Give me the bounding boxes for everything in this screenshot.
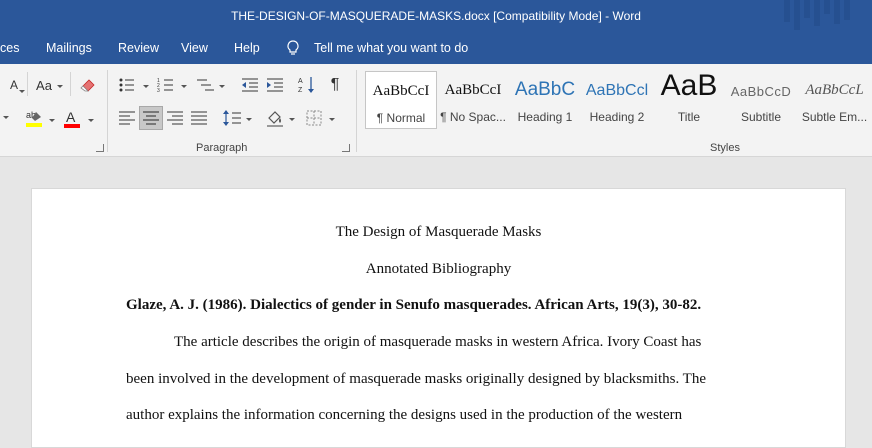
style-sample: AaBbCcl — [585, 82, 649, 99]
style-normal[interactable]: AaBbCcI ¶ Normal — [365, 71, 437, 129]
svg-text:A: A — [298, 78, 303, 85]
style-name: ¶ Normal — [376, 111, 426, 125]
grow-font-dropdown-icon — [19, 90, 25, 93]
highlight-color-icon[interactable]: ab — [24, 108, 46, 130]
bullets-dropdown-icon — [143, 85, 149, 88]
style-subtle-emphasis[interactable]: AaBbCcL Subtle Em... — [797, 71, 872, 129]
font-color-dropdown-icon — [88, 119, 94, 122]
style-sample: AaBbCcD — [730, 84, 792, 99]
tab-view[interactable]: View — [181, 41, 208, 55]
multilevel-dropdown-icon — [219, 85, 225, 88]
document-page[interactable]: The Design of Masquerade Masks Annotated… — [31, 188, 846, 448]
style-name: Heading 1 — [517, 110, 573, 124]
bullets-icon[interactable] — [118, 76, 136, 94]
document-title: The Design of Masquerade Masks — [335, 224, 542, 240]
align-center-button[interactable] — [139, 106, 163, 130]
change-case-dropdown-icon — [57, 85, 63, 88]
document-area[interactable]: The Design of Masquerade Masks Annotated… — [0, 158, 872, 448]
show-formatting-marks-icon[interactable]: ¶ — [327, 76, 343, 94]
sort-icon[interactable]: A Z — [298, 75, 316, 95]
style-sample: AaB — [660, 71, 718, 102]
svg-text:3: 3 — [157, 88, 160, 94]
group-separator-1 — [107, 70, 108, 152]
document-subtitle: Annotated Bibliography — [365, 261, 512, 277]
shading-icon[interactable] — [265, 108, 285, 128]
ribbon: A Aa ab A 1 2 3 A Z ¶ Paragraph AaBbCcI … — [0, 64, 872, 157]
tab-help[interactable]: Help — [234, 41, 260, 55]
align-right-icon[interactable] — [166, 109, 184, 127]
paragraph-line-1: The article describes the origin of masq… — [174, 334, 702, 350]
align-left-icon[interactable] — [118, 109, 136, 127]
font-separator — [27, 72, 28, 96]
ribbon-tabs: ces Mailings Review View Help Tell me wh… — [0, 32, 872, 64]
style-name: Heading 2 — [589, 110, 645, 124]
paragraph-line-3: author explains the information concerni… — [126, 407, 683, 423]
style-name: Title — [677, 110, 701, 124]
decrease-indent-icon[interactable] — [241, 76, 259, 94]
tab-references[interactable]: ces — [0, 41, 19, 55]
tab-review[interactable]: Review — [118, 41, 159, 55]
line-spacing-icon[interactable] — [222, 109, 242, 127]
borders-dropdown-icon — [329, 118, 335, 121]
numbering-icon[interactable]: 1 2 3 — [157, 76, 175, 94]
highlight-dropdown-icon — [49, 119, 55, 122]
paragraph-line-2: been involved in the development of masq… — [126, 371, 707, 387]
style-title[interactable]: AaB Title — [653, 71, 725, 129]
shading-dropdown-icon — [289, 118, 295, 121]
citation-line: Glaze, A. J. (1986). Dialectics of gende… — [126, 297, 702, 313]
title-bar: THE-DESIGN-OF-MASQUERADE-MASKS.docx [Com… — [0, 0, 872, 32]
multilevel-list-icon[interactable] — [195, 76, 215, 94]
group-separator-2 — [356, 70, 357, 152]
borders-icon[interactable] — [305, 109, 323, 127]
style-subtitle[interactable]: AaBbCcD Subtitle — [725, 71, 797, 129]
row2-left-dropdown-icon — [3, 116, 9, 119]
line-spacing-dropdown-icon — [246, 118, 252, 121]
style-sample: AaBbCcL — [805, 82, 864, 98]
title-bar-pattern — [784, 0, 850, 30]
styles-group-label: Styles — [710, 142, 740, 154]
style-sample: AaBbC — [514, 79, 576, 100]
change-case-button[interactable]: Aa — [34, 76, 54, 94]
font-separator-2 — [70, 72, 71, 96]
style-sample: AaBbCcI — [372, 83, 430, 99]
style-sample: AaBbCcI — [444, 82, 502, 98]
lightbulb-icon — [287, 40, 299, 55]
window-title: THE-DESIGN-OF-MASQUERADE-MASKS.docx [Com… — [231, 9, 641, 23]
tab-mailings[interactable]: Mailings — [46, 41, 92, 55]
align-center-icon — [143, 111, 159, 125]
paragraph-group-label: Paragraph — [196, 142, 248, 154]
style-no-spacing[interactable]: AaBbCcI ¶ No Spac... — [437, 71, 509, 129]
clear-formatting-icon[interactable] — [80, 76, 98, 94]
paragraph-dialog-launcher[interactable] — [342, 144, 350, 152]
numbering-dropdown-icon — [181, 85, 187, 88]
increase-indent-icon[interactable] — [266, 76, 284, 94]
tell-me-label: Tell me what you want to do — [314, 41, 469, 55]
style-heading-2[interactable]: AaBbCcl Heading 2 — [581, 71, 653, 129]
font-dialog-launcher[interactable] — [96, 144, 104, 152]
style-name: Subtle Em... — [801, 110, 868, 124]
svg-text:A: A — [66, 109, 76, 125]
svg-text:Z: Z — [298, 87, 303, 94]
style-heading-1[interactable]: AaBbC Heading 1 — [509, 71, 581, 129]
style-name: ¶ No Spac... — [440, 110, 506, 124]
justify-icon[interactable] — [190, 109, 208, 127]
font-color-icon[interactable]: A — [63, 108, 83, 130]
style-name: Subtitle — [740, 110, 782, 124]
